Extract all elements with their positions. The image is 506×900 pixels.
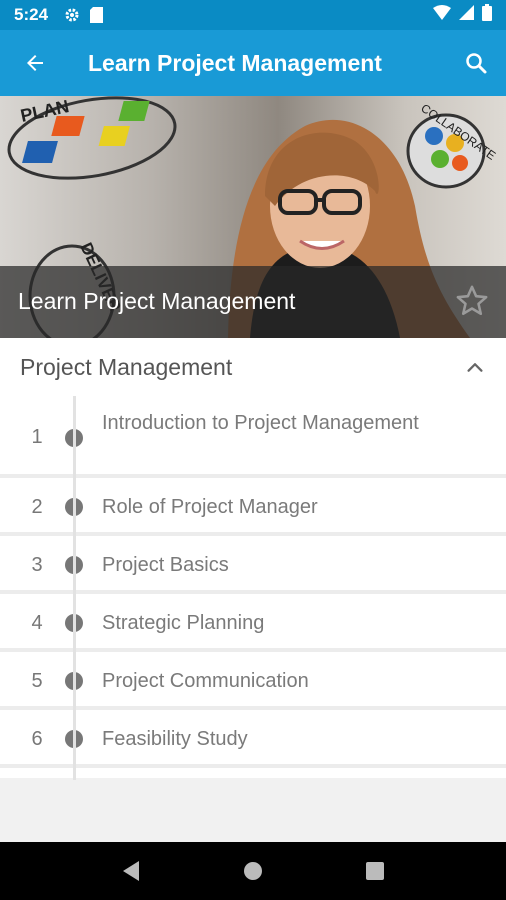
settings-icon [64, 7, 80, 23]
status-right-icons [433, 4, 492, 26]
sd-card-icon [90, 7, 104, 23]
search-button[interactable] [446, 30, 506, 96]
nav-back-button[interactable] [111, 851, 151, 891]
lesson-number: 3 [31, 554, 43, 576]
app-bar: Learn Project Management [0, 30, 506, 96]
system-nav-bar [0, 842, 506, 900]
status-bar: 5:24 [0, 0, 506, 30]
nav-home-button[interactable] [233, 851, 273, 891]
lesson-number: 6 [31, 728, 43, 750]
home-circle-icon [244, 862, 262, 880]
lesson-number: 1 [31, 426, 43, 448]
battery-icon [482, 4, 492, 26]
arrow-left-icon [27, 55, 43, 71]
section-header-project-management[interactable]: Project Management [0, 338, 506, 396]
lesson-title: Project Basics [102, 554, 229, 576]
signal-icon [459, 5, 474, 25]
chevron-up-icon[interactable] [464, 356, 486, 378]
status-time: 5:24 [14, 5, 49, 24]
favorite-button[interactable] [454, 284, 490, 323]
hero-title: Learn Project Management [18, 288, 296, 314]
back-triangle-icon [123, 861, 139, 881]
lesson-title: Project Communication [102, 670, 309, 692]
lesson-title: Feasibility Study [102, 728, 248, 750]
back-button[interactable] [0, 30, 70, 96]
lesson-title: Introduction to Project Management [102, 412, 419, 434]
lesson-timeline-line [73, 396, 76, 780]
lesson-number: 2 [31, 496, 43, 518]
wifi-icon [433, 5, 451, 25]
star-outline-icon [456, 285, 488, 316]
lesson-number: 5 [31, 670, 43, 692]
lesson-title: Strategic Planning [102, 612, 265, 634]
nav-recents-button[interactable] [355, 851, 395, 891]
course-hero-image: PLAN DELIVER COLLABORATE Learn Project M… [0, 96, 506, 338]
lesson-number: 4 [31, 612, 43, 634]
search-icon [466, 53, 487, 74]
app-screen: 5:24 Learn Project Management PLAN COLLA… [0, 0, 506, 900]
lesson-title: Role of Project Manager [102, 496, 318, 518]
app-bar-title: Learn Project Management [88, 49, 382, 76]
recents-square-icon [366, 862, 384, 880]
section-title: Project Management [20, 353, 233, 380]
